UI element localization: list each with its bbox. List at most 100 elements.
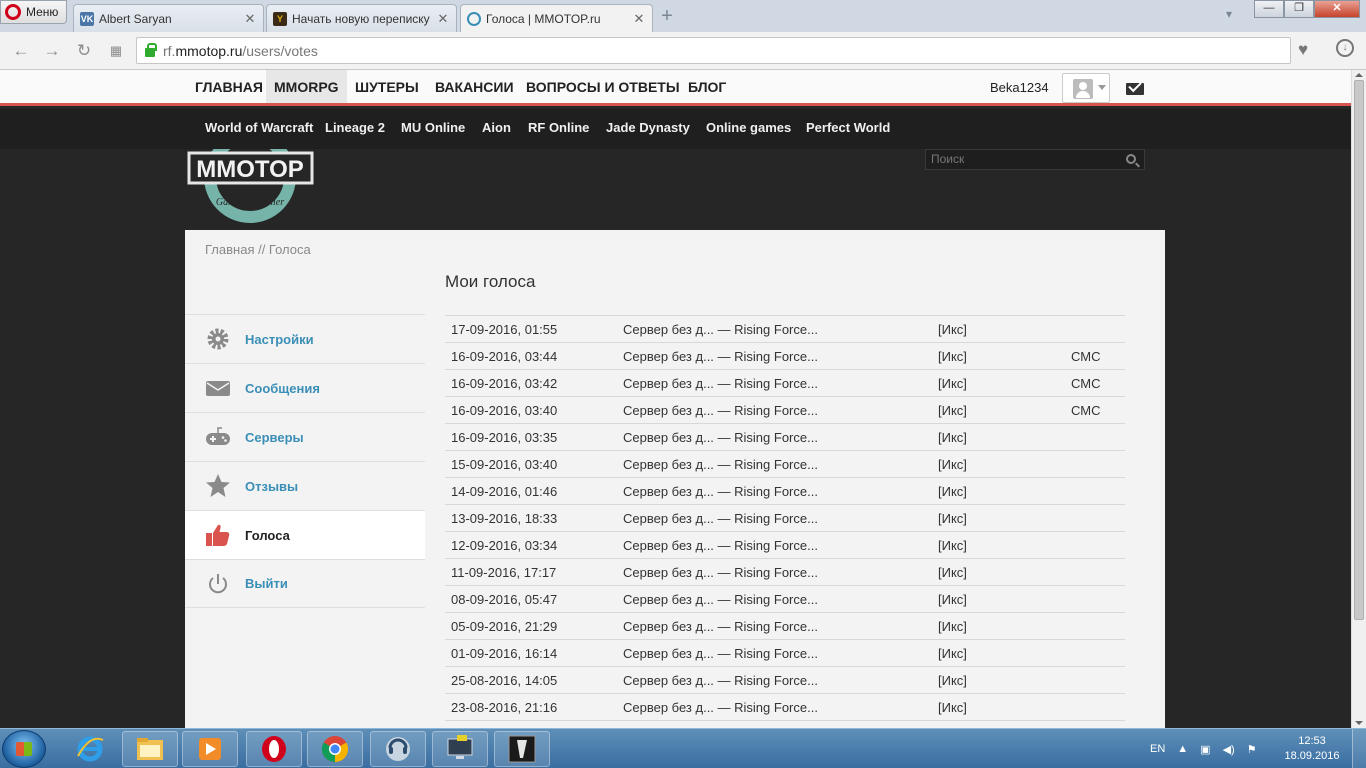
vote-remove-link[interactable]: [Икс] <box>932 558 1065 586</box>
vote-type <box>1065 477 1125 505</box>
browser-tab-yandex[interactable]: Y Начать новую переписку ✕ <box>266 4 457 32</box>
reload-icon[interactable]: ↻ <box>74 41 94 61</box>
game-link-mu-online[interactable]: MU Online <box>401 109 465 147</box>
vote-server[interactable]: Сервер без д... — Rising Force... <box>617 423 932 451</box>
scroll-down-icon[interactable] <box>1355 721 1363 725</box>
vote-server[interactable]: Сервер без д... — Rising Force... <box>617 558 932 586</box>
sidebar-item-servers[interactable]: Серверы <box>185 412 425 461</box>
window-close-button[interactable]: ✕ <box>1314 0 1360 18</box>
network-icon[interactable]: ▣ <box>1200 743 1210 756</box>
scroll-up-icon[interactable] <box>1355 73 1363 77</box>
scrollbar-thumb[interactable] <box>1354 80 1364 620</box>
breadcrumb[interactable]: Главная // Голоса <box>205 242 311 257</box>
user-avatar-dropdown[interactable] <box>1062 73 1110 103</box>
browser-tab-vk[interactable]: VK Albert Saryan ✕ <box>73 4 264 32</box>
vote-remove-link[interactable]: [Икс] <box>932 369 1065 397</box>
game-link-wow[interactable]: World of Warcraft <box>205 109 313 147</box>
vote-remove-link[interactable]: [Икс] <box>932 450 1065 478</box>
vote-server[interactable]: Сервер без д... — Rising Force... <box>617 693 932 721</box>
monitor-app-icon[interactable] <box>432 731 488 767</box>
vote-server[interactable]: Сервер без д... — Rising Force... <box>617 639 932 667</box>
action-center-flag-icon[interactable]: ⚑ <box>1247 743 1257 756</box>
vote-server[interactable]: Сервер без д... — Rising Force... <box>617 315 932 343</box>
opera-taskbar-icon[interactable] <box>246 731 302 767</box>
nav-item-shooters[interactable]: ШУТЕРЫ <box>347 70 427 103</box>
vote-remove-link[interactable]: [Икс] <box>932 612 1065 640</box>
vote-remove-link[interactable]: [Икс] <box>932 423 1065 451</box>
vote-remove-link[interactable]: [Икс] <box>932 666 1065 694</box>
tray-expand-icon[interactable]: ▲ <box>1177 743 1188 755</box>
vote-server[interactable]: Сервер без д... — Rising Force... <box>617 612 932 640</box>
tab-close-icon[interactable]: ✕ <box>632 11 646 27</box>
game-link-rf-online[interactable]: RF Online <box>528 109 589 147</box>
sidebar-item-messages[interactable]: Сообщения <box>185 363 425 412</box>
table-row: 17-09-2016, 01:55 Сервер без д... — Risin… <box>445 315 1125 343</box>
chrome-icon[interactable] <box>307 731 363 767</box>
browser-tab-mmotop[interactable]: Голоса | MMOTOP.ru ✕ <box>460 4 653 33</box>
username[interactable]: Beka1234 <box>990 80 1049 95</box>
game-link-online-games[interactable]: Online games <box>706 109 791 147</box>
url-field[interactable]: rf.mmotop.ru/users/votes <box>136 37 1291 64</box>
vote-remove-link[interactable]: [Икс] <box>932 315 1065 343</box>
vote-server[interactable]: Сервер без д... — Rising Force... <box>617 369 932 397</box>
minimize-button[interactable]: — <box>1254 0 1284 18</box>
table-row: 16-09-2016, 03:35 Сервер без д... — Risin… <box>445 423 1125 451</box>
volume-icon[interactable]: ◀) <box>1223 743 1235 756</box>
maximize-button[interactable]: ❐ <box>1284 0 1314 18</box>
opera-menu-button[interactable]: Меню <box>0 0 67 24</box>
vote-remove-link[interactable]: [Икс] <box>932 396 1065 424</box>
nav-item-blog[interactable]: БЛОГ <box>680 70 734 103</box>
nav-item-mmorpg[interactable]: MMORPG <box>266 70 347 103</box>
nav-item-qa[interactable]: ВОПРОСЫ И ОТВЕТЫ <box>518 70 688 103</box>
game-link-aion[interactable]: Aion <box>482 109 511 147</box>
sidebar-item-reviews[interactable]: Отзывы <box>185 461 425 510</box>
forward-arrow-icon[interactable]: → <box>42 41 62 61</box>
sidebar-item-votes[interactable]: Голоса <box>185 510 425 559</box>
vote-remove-link[interactable]: [Икс] <box>932 504 1065 532</box>
sidebar-item-logout[interactable]: Выйти <box>185 559 425 608</box>
vote-remove-link[interactable]: [Икс] <box>932 531 1065 559</box>
teamspeak-icon[interactable] <box>370 731 426 767</box>
vote-server[interactable]: Сервер без д... — Rising Force... <box>617 504 932 532</box>
ie-icon[interactable] <box>62 731 118 767</box>
vote-server[interactable]: Сервер без д... — Rising Force... <box>617 477 932 505</box>
game-navigation: World of Warcraft Lineage 2 MU Online Ai… <box>0 109 1351 149</box>
vote-server[interactable]: Сервер без д... — Rising Force... <box>617 531 932 559</box>
game-link-lineage2[interactable]: Lineage 2 <box>325 109 385 147</box>
tab-menu-icon[interactable]: ▾ <box>1226 7 1232 21</box>
speed-dial-grid-icon[interactable]: ▦ <box>106 41 126 61</box>
vote-remove-link[interactable]: [Икс] <box>932 342 1065 370</box>
nav-item-vacancies[interactable]: ВАКАНСИИ <box>427 70 522 103</box>
taskbar-clock[interactable]: 12:53 18.09.2016 <box>1280 734 1344 764</box>
start-button[interactable] <box>2 730 46 768</box>
tab-close-icon[interactable]: ✕ <box>436 11 450 27</box>
language-indicator[interactable]: EN <box>1150 743 1165 755</box>
vote-remove-link[interactable]: [Икс] <box>932 639 1065 667</box>
game-link-jade-dynasty[interactable]: Jade Dynasty <box>606 109 690 147</box>
sidebar-item-settings[interactable]: Настройки <box>185 314 425 363</box>
mail-icon[interactable] <box>1126 83 1144 95</box>
media-player-icon[interactable] <box>182 731 238 767</box>
explorer-folder-icon[interactable] <box>122 731 178 767</box>
vote-remove-link[interactable]: [Икс] <box>932 693 1065 721</box>
back-arrow-icon[interactable]: ← <box>11 41 31 61</box>
page-scrollbar[interactable] <box>1351 70 1366 728</box>
vote-remove-link[interactable]: [Икс] <box>932 477 1065 505</box>
vote-remove-link[interactable]: [Икс] <box>932 585 1065 613</box>
bookmark-heart-icon[interactable]: ♥ <box>1298 40 1308 60</box>
show-desktop-button[interactable] <box>1352 729 1366 768</box>
game-link-perfect-world[interactable]: Perfect World <box>806 109 890 147</box>
vote-server[interactable]: Сервер без д... — Rising Force... <box>617 666 932 694</box>
mmotop-logo[interactable]: MMOTOP Game Controller <box>187 149 314 223</box>
vote-server[interactable]: Сервер без д... — Rising Force... <box>617 396 932 424</box>
search-input[interactable]: Поиск <box>925 149 1145 170</box>
game-client-icon[interactable] <box>494 731 550 767</box>
vote-server[interactable]: Сервер без д... — Rising Force... <box>617 450 932 478</box>
tab-close-icon[interactable]: ✕ <box>243 11 257 27</box>
new-tab-plus-icon[interactable]: + <box>658 6 676 26</box>
nav-item-home[interactable]: ГЛАВНАЯ <box>187 70 271 103</box>
vote-server[interactable]: Сервер без д... — Rising Force... <box>617 342 932 370</box>
vote-server[interactable]: Сервер без д... — Rising Force... <box>617 585 932 613</box>
download-icon[interactable]: ↓ <box>1336 39 1354 57</box>
search-icon[interactable] <box>1126 154 1136 164</box>
